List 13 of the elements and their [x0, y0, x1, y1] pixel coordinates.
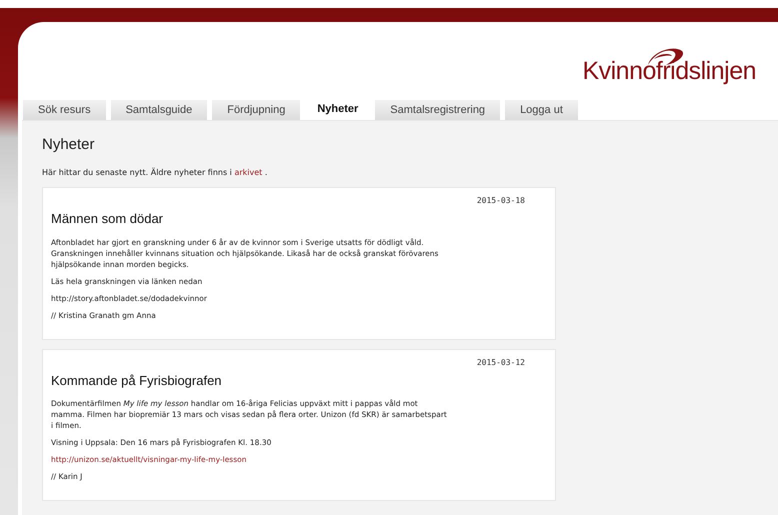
news-date: 2015-03-18	[476, 195, 525, 207]
logo-text: Kvinnofridslinjen	[582, 59, 756, 84]
nav-tab[interactable]: Logga ut	[505, 100, 578, 120]
nav-tab[interactable]: Fördjupning	[212, 100, 300, 120]
intro-text: Här hittar du senaste nytt. Äldre nyheter finns i arkivet .	[42, 167, 268, 179]
nav-tab[interactable]: Samtalsguide	[110, 100, 208, 120]
page-heading: Nyheter	[42, 137, 96, 152]
archive-link[interactable]: arkivet	[234, 168, 262, 177]
nav-tab[interactable]: Samtalsregistrering	[375, 100, 500, 120]
news-title: Kommande på Fyrisbiografen	[51, 372, 223, 390]
nav-tab[interactable]: Sök resurs	[23, 100, 106, 120]
news-date: 2015-03-12	[476, 356, 525, 368]
news-title: Männen som dödar	[51, 210, 164, 228]
